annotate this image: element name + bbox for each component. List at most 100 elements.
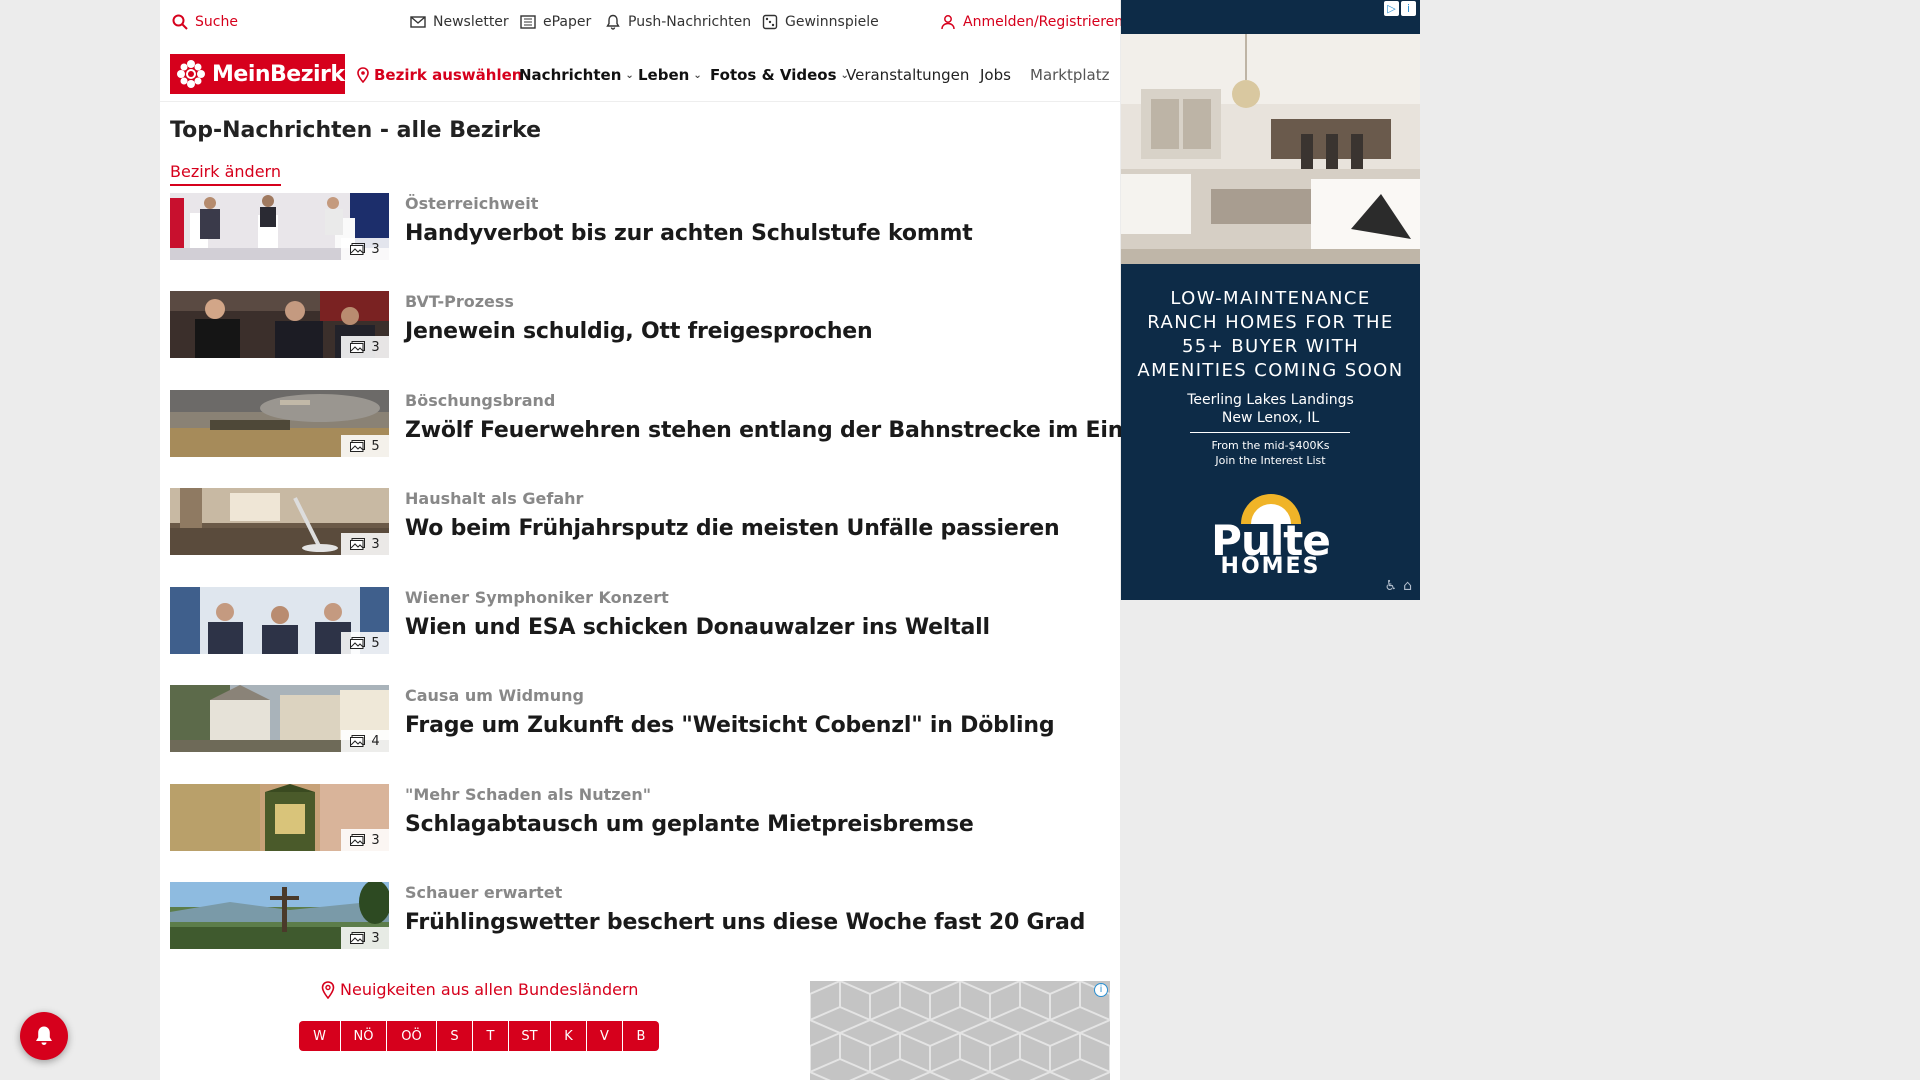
article-headline[interactable]: Wien und ESA schicken Donauwalzer ins We… xyxy=(405,615,990,640)
article-headline[interactable]: Handyverbot bis zur achten Schulstufe ko… xyxy=(405,221,973,246)
state-button-s[interactable]: S xyxy=(437,1021,473,1051)
dice-icon xyxy=(762,14,778,30)
meinbezirk-logo[interactable]: MeinBezirk xyxy=(170,54,345,94)
article-headline[interactable]: Frage um Zukunft des "Weitsicht Cobenzl"… xyxy=(405,713,1055,738)
state-buttons: W NÖ OÖ S T ST K V B xyxy=(299,1021,659,1051)
bottom-ad-banner[interactable]: i xyxy=(810,981,1110,1080)
article-headline[interactable]: Wo beim Frühjahrsputz die meisten Unfäll… xyxy=(405,516,1060,541)
ad-choices-badge[interactable]: ▷ i xyxy=(1384,1,1416,16)
state-button-v[interactable]: V xyxy=(587,1021,623,1051)
push-notifications-link[interactable]: Push-Nachrichten xyxy=(605,14,751,30)
article-thumbnail[interactable]: 3 xyxy=(170,291,389,358)
chevron-down-icon: ⌄ xyxy=(693,69,702,81)
nav-item-label: Nachrichten xyxy=(519,66,622,84)
state-button-w[interactable]: W xyxy=(299,1021,341,1051)
state-button-k[interactable]: K xyxy=(551,1021,587,1051)
state-button-t[interactable]: T xyxy=(473,1021,509,1051)
article-thumbnail[interactable]: 3 xyxy=(170,193,389,260)
gallery-icon xyxy=(350,735,366,747)
ad-cta[interactable]: Join the Interest List xyxy=(1121,453,1420,468)
state-button-st[interactable]: ST xyxy=(509,1021,551,1051)
push-label: Push-Nachrichten xyxy=(628,14,752,30)
login-link[interactable]: Anmelden/Registrieren xyxy=(940,14,1123,30)
main-navigation: MeinBezirk Bezirk auswählen Nachrichten ⌄… xyxy=(160,46,1120,102)
notification-bell-button[interactable] xyxy=(20,1012,68,1060)
all-states-label: Neuigkeiten aus allen Bundesländern xyxy=(340,980,639,999)
article-thumbnail[interactable]: 3 xyxy=(170,488,389,555)
article-teaser[interactable]: 4 Causa um Widmung Frage um Zukunft des … xyxy=(170,685,1110,753)
gallery-icon xyxy=(350,341,366,353)
article-teaser[interactable]: 5 Wiener Symphoniker Konzert Wien und ES… xyxy=(170,587,1110,655)
ad-price-info: From the mid-$400Ks Join the Interest Li… xyxy=(1121,438,1420,468)
article-headline[interactable]: Zwölf Feuerwehren stehen entlang der Bah… xyxy=(405,418,1174,443)
change-district-link[interactable]: Bezirk ändern xyxy=(170,162,281,186)
article-thumbnail[interactable]: 3 xyxy=(170,882,389,949)
article-thumbnail[interactable]: 5 xyxy=(170,390,389,457)
article-kicker: BVT-Prozess xyxy=(405,292,514,311)
state-button-noe[interactable]: NÖ xyxy=(341,1021,387,1051)
article-teaser[interactable]: 3 Österreichweit Handyverbot bis zur ach… xyxy=(170,193,1110,261)
photo-count-badge: 3 xyxy=(341,533,389,555)
article-teaser[interactable]: 5 Böschungsbrand Zwölf Feuerwehren stehe… xyxy=(170,390,1174,458)
ad-location: New Lenox, IL xyxy=(1221,410,1320,426)
select-district-button[interactable]: Bezirk auswählen xyxy=(356,66,522,84)
article-headline[interactable]: Jenewein schuldig, Ott freigesprochen xyxy=(405,319,873,344)
gallery-icon xyxy=(350,834,366,846)
article-headline[interactable]: Schlagabtausch um geplante Mietpreisbrem… xyxy=(405,812,974,837)
nav-item-veranstaltungen[interactable]: Veranstaltungen xyxy=(846,66,969,84)
nav-item-label: Fotos & Videos xyxy=(710,66,837,84)
article-teaser[interactable]: 3 "Mehr Schaden als Nutzen" Schlagabtaus… xyxy=(170,784,1110,852)
ad-community: Teerling Lakes Landings New Lenox, IL xyxy=(1121,391,1420,427)
gallery-icon xyxy=(350,440,366,452)
article-thumbnail[interactable]: 3 xyxy=(170,784,389,851)
nav-item-label: Veranstaltungen xyxy=(846,66,970,84)
article-kicker: Böschungsbrand xyxy=(405,391,556,410)
gallery-icon xyxy=(350,538,366,550)
nav-item-nachrichten[interactable]: Nachrichten ⌄ xyxy=(519,66,634,84)
ad-headline-line: RANCH HOMES FOR THE xyxy=(1147,312,1394,333)
photo-count: 3 xyxy=(371,930,380,946)
search-label: Suche xyxy=(195,14,238,30)
article-headline[interactable]: Frühlingswetter beschert uns diese Woche… xyxy=(405,910,1085,935)
article-kicker: Österreichweit xyxy=(405,194,539,213)
article-teaser[interactable]: 3 Haushalt als Gefahr Wo beim Frühjahrsp… xyxy=(170,488,1110,556)
photo-count: 3 xyxy=(371,832,380,848)
games-link[interactable]: Gewinnspiele xyxy=(762,14,879,30)
login-label: Anmelden/Registrieren xyxy=(963,14,1124,30)
nav-item-label: Jobs xyxy=(980,66,1011,84)
side-ad-banner[interactable]: ▷ i LOW-MAINTENANCE RANCH HOMES FOR THE … xyxy=(1121,0,1420,600)
state-button-b[interactable]: B xyxy=(623,1021,659,1051)
utility-bar: Suche Newsletter ePaper Push-Nachrichten… xyxy=(160,0,1123,46)
photo-count: 3 xyxy=(371,339,380,355)
nav-item-leben[interactable]: Leben ⌄ xyxy=(638,66,702,84)
newsletter-label: Newsletter xyxy=(433,14,509,30)
photo-count-badge: 3 xyxy=(341,927,389,949)
search-link[interactable]: Suche xyxy=(172,14,238,30)
page-column: Suche Newsletter ePaper Push-Nachrichten… xyxy=(160,0,1174,1080)
nav-item-label: Marktplatz xyxy=(1030,66,1110,84)
article-teaser[interactable]: 3 BVT-Prozess Jenewein schuldig, Ott fre… xyxy=(170,291,1110,359)
photo-count: 5 xyxy=(371,438,380,454)
epaper-link[interactable]: ePaper xyxy=(520,14,591,30)
article-kicker: Causa um Widmung xyxy=(405,686,584,705)
all-states-news-link[interactable]: Neuigkeiten aus allen Bundesländern xyxy=(320,980,640,999)
nav-item-jobs[interactable]: Jobs xyxy=(980,66,1011,84)
nav-item-fotos-videos[interactable]: Fotos & Videos ⌄ xyxy=(710,66,849,84)
article-kicker: Wiener Symphoniker Konzert xyxy=(405,588,669,607)
ad-compliance-icons: ♿ ⌂ xyxy=(1385,578,1412,594)
article-teaser[interactable]: 3 Schauer erwartet Frühlingswetter besch… xyxy=(170,882,1110,950)
ad-price: From the mid-$400Ks xyxy=(1211,439,1330,452)
state-button-ooe[interactable]: OÖ xyxy=(387,1021,437,1051)
ad-info-icon[interactable]: i xyxy=(1094,983,1108,997)
ad-headline-line: 55+ BUYER WITH xyxy=(1181,336,1360,357)
article-thumbnail[interactable]: 4 xyxy=(170,685,389,752)
ad-headline: LOW-MAINTENANCE RANCH HOMES FOR THE 55+ … xyxy=(1121,287,1420,383)
logo-text: MeinBezirk xyxy=(212,61,345,87)
newsletter-link[interactable]: Newsletter xyxy=(410,14,509,30)
gallery-icon xyxy=(350,243,366,255)
bell-icon xyxy=(36,1026,52,1045)
article-kicker: Schauer erwartet xyxy=(405,883,563,902)
nav-item-marktplatz[interactable]: Marktplatz xyxy=(1030,66,1110,84)
article-thumbnail[interactable]: 5 xyxy=(170,587,389,654)
bell-icon xyxy=(606,14,620,30)
